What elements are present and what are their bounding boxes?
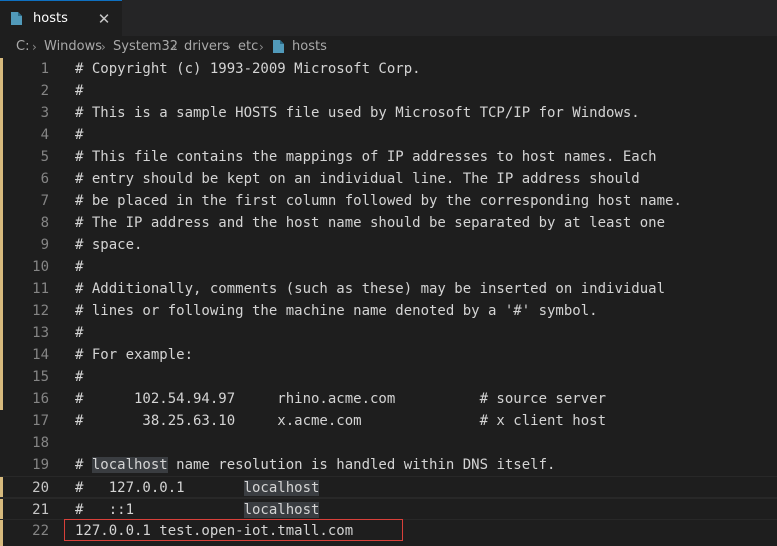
line-text: #: [75, 127, 84, 143]
code-line[interactable]: 11 # Additionally, comments (such as the…: [0, 278, 777, 300]
code-line[interactable]: 19 # localhost name resolution is handle…: [0, 454, 777, 476]
code-line[interactable]: 9 # space.: [0, 234, 777, 256]
annotation-box: [64, 519, 403, 541]
line-text: # This is a sample HOSTS file used by Mi…: [75, 105, 640, 121]
line-number: 13: [32, 325, 49, 341]
breadcrumb-item-drive[interactable]: C:: [16, 36, 29, 58]
line-text-prefix: #: [75, 457, 92, 473]
code-line[interactable]: 16 # 102.54.94.97 rhino.acme.com # sourc…: [0, 388, 777, 410]
line-text: # localhost name resolution is handled w…: [75, 454, 555, 476]
chevron-right-icon: ›: [172, 40, 177, 54]
line-text: #: [75, 325, 84, 341]
line-number: 16: [32, 391, 49, 407]
line-text: # entry should be kept on an individual …: [75, 171, 640, 187]
word-highlight: localhost: [243, 480, 320, 496]
line-text: # 38.25.63.10 x.acme.com # x client host: [75, 413, 607, 429]
line-text-prefix: # ::1: [75, 502, 244, 518]
line-text-prefix: # 127.0.0.1: [75, 480, 244, 496]
file-icon: [273, 40, 284, 53]
line-number: 12: [32, 303, 49, 319]
line-number: 18: [32, 435, 49, 451]
line-number: 6: [40, 171, 49, 187]
line-number: 7: [40, 193, 49, 209]
line-text: # The IP address and the host name shoul…: [75, 215, 666, 231]
tab-label: hosts: [33, 11, 68, 26]
line-number: 10: [32, 259, 49, 275]
line-text: # lines or following the machine name de…: [75, 303, 598, 319]
breadcrumb-item-system32[interactable]: System32: [113, 36, 178, 58]
code-line[interactable]: 18: [0, 432, 777, 454]
line-number: 21: [32, 502, 49, 518]
chevron-right-icon: ›: [226, 40, 231, 54]
code-line[interactable]: 4 #: [0, 124, 777, 146]
line-number: 3: [40, 105, 49, 121]
line-text: #: [75, 83, 84, 99]
line-number: 2: [40, 83, 49, 99]
line-text: # Additionally, comments (such as these)…: [75, 281, 666, 297]
line-text: # 127.0.0.1 localhost: [75, 477, 320, 499]
breadcrumb-item-windows[interactable]: Windows: [44, 36, 102, 58]
breadcrumb-item-hosts[interactable]: hosts: [292, 36, 327, 58]
line-number: 20: [32, 480, 49, 496]
line-text: # 102.54.94.97 rhino.acme.com # source s…: [75, 391, 607, 407]
word-highlight: localhost: [243, 502, 320, 518]
code-line[interactable]: 13 #: [0, 322, 777, 344]
line-number: 9: [40, 237, 49, 253]
breadcrumb-item-etc[interactable]: etc: [238, 36, 258, 58]
line-text: # space.: [75, 237, 143, 253]
code-line[interactable]: 12 # lines or following the machine name…: [0, 300, 777, 322]
line-number: 11: [32, 281, 49, 297]
code-line[interactable]: 5 # This file contains the mappings of I…: [0, 146, 777, 168]
line-text: # For example:: [75, 347, 194, 363]
code-line[interactable]: 10 #: [0, 256, 777, 278]
code-line[interactable]: 2 #: [0, 80, 777, 102]
line-text: #: [75, 369, 84, 385]
word-highlight: localhost: [91, 457, 168, 473]
code-line[interactable]: 1 # Copyright (c) 1993-2009 Microsoft Co…: [0, 58, 777, 80]
code-line[interactable]: 14 # For example:: [0, 344, 777, 366]
line-number: 17: [32, 413, 49, 429]
line-number: 5: [40, 149, 49, 165]
line-number: 15: [32, 369, 49, 385]
line-text: # Copyright (c) 1993-2009 Microsoft Corp…: [75, 61, 421, 77]
line-text: #: [75, 259, 84, 275]
code-line-current[interactable]: 21 # ::1 localhost: [0, 498, 777, 520]
breadcrumb-item-drivers[interactable]: drivers: [184, 36, 229, 58]
file-icon: [11, 12, 22, 25]
chevron-right-icon: ›: [32, 40, 37, 54]
tab-bar: hosts ✕: [0, 0, 777, 36]
line-number: 8: [40, 215, 49, 231]
line-text: # be placed in the first column followed…: [75, 193, 682, 209]
close-icon[interactable]: ✕: [96, 11, 112, 27]
line-number: 22: [32, 523, 49, 539]
breadcrumb: C: › Windows › System32 › drivers › etc …: [0, 36, 777, 58]
code-line-current[interactable]: 20 # 127.0.0.1 localhost: [0, 476, 777, 498]
chevron-right-icon: ›: [101, 40, 106, 54]
code-editor[interactable]: 1 # Copyright (c) 1993-2009 Microsoft Co…: [0, 58, 777, 546]
code-line[interactable]: 7 # be placed in the first column follow…: [0, 190, 777, 212]
code-line[interactable]: 15 #: [0, 366, 777, 388]
code-line[interactable]: 8 # The IP address and the host name sho…: [0, 212, 777, 234]
code-line[interactable]: 17 # 38.25.63.10 x.acme.com # x client h…: [0, 410, 777, 432]
line-number: 1: [40, 61, 49, 77]
line-text: # This file contains the mappings of IP …: [75, 149, 657, 165]
code-line[interactable]: 6 # entry should be kept on an individua…: [0, 168, 777, 190]
tab-hosts[interactable]: hosts ✕: [0, 0, 122, 36]
chevron-right-icon: ›: [259, 40, 264, 54]
line-text-suffix: name resolution is handled within DNS it…: [167, 457, 556, 473]
line-number: 14: [32, 347, 49, 363]
line-number: 19: [32, 457, 49, 473]
line-number: 4: [40, 127, 49, 143]
line-text: # ::1 localhost: [75, 499, 320, 521]
code-line[interactable]: 3 # This is a sample HOSTS file used by …: [0, 102, 777, 124]
